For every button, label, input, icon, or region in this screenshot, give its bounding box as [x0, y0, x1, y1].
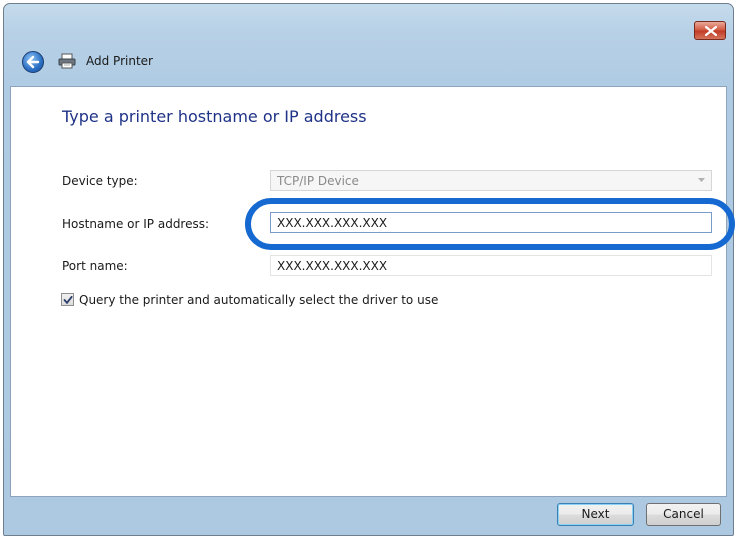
device-type-label: Device type: [62, 174, 138, 188]
query-printer-label: Query the printer and automatically sele… [79, 293, 439, 307]
printer-icon [58, 53, 76, 69]
cancel-button[interactable]: Cancel [646, 503, 721, 526]
chevron-down-icon [698, 178, 705, 182]
hostname-label: Hostname or IP address: [62, 217, 210, 231]
hostname-value: XXX.XXX.XXX.XXX [277, 216, 388, 230]
close-button[interactable] [694, 21, 726, 40]
query-printer-checkbox[interactable] [61, 293, 74, 306]
checkmark-icon [63, 295, 73, 305]
window-title: Add Printer [86, 54, 153, 68]
page-heading: Type a printer hostname or IP address [62, 107, 367, 126]
next-button[interactable]: Next [557, 503, 634, 526]
hostname-input[interactable]: XXX.XXX.XXX.XXX [270, 212, 712, 233]
port-name-value: XXX.XXX.XXX.XXX [277, 259, 388, 273]
back-arrow-icon [26, 55, 40, 69]
device-type-value: TCP/IP Device [277, 174, 359, 188]
port-name-input[interactable]: XXX.XXX.XXX.XXX [270, 255, 712, 276]
close-icon [705, 26, 717, 36]
device-type-select: TCP/IP Device [270, 170, 712, 191]
port-name-label: Port name: [62, 259, 128, 273]
content-panel [10, 86, 727, 497]
back-button[interactable] [22, 51, 44, 73]
